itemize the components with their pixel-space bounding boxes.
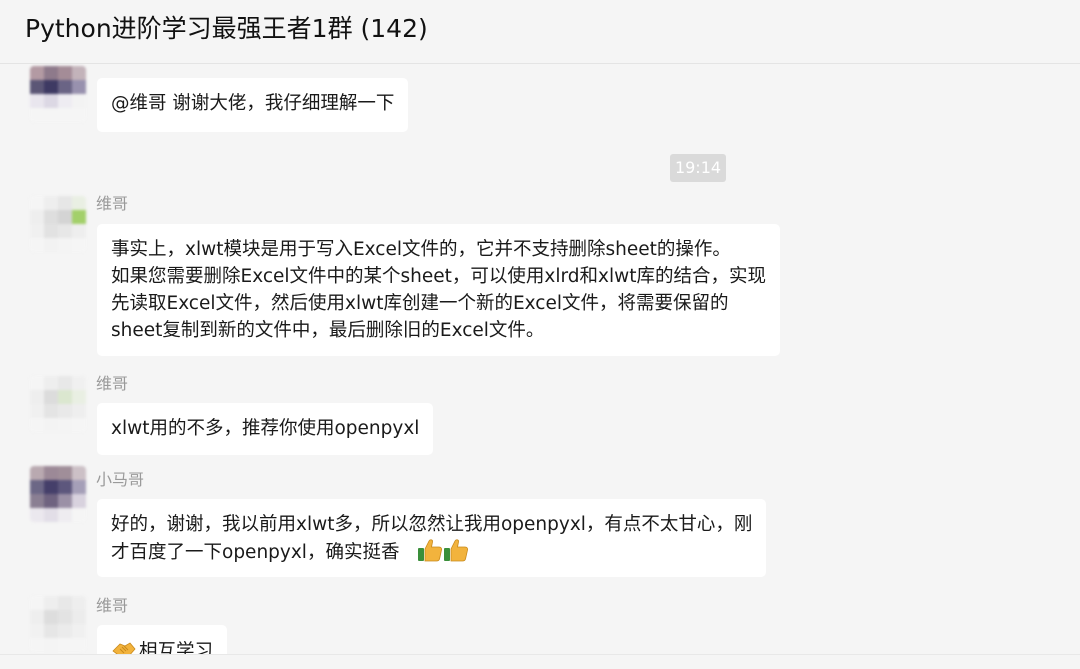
avatar[interactable]	[30, 66, 86, 122]
input-area-edge	[0, 654, 1080, 669]
message-bubble[interactable]: xlwt用的不多，推荐你使用openpyxl	[97, 403, 434, 455]
message-text: @维哥 谢谢大佬，我仔细理解一下	[111, 93, 395, 114]
message-text: 如果您需要删除Excel文件中的某个sheet，可以使用xlrd和xlwt库的结…	[111, 266, 766, 287]
sender-name: 维哥	[96, 596, 129, 615]
chat-window: Python进阶学习最强王者1群 (142) @维哥 谢谢大佬，我仔细理解一下	[0, 0, 1080, 669]
message-text: 才百度了一下openpyxl，确实挺香	[111, 542, 400, 563]
chat-header: Python进阶学习最强王者1群 (142)	[0, 0, 1080, 64]
avatar[interactable]	[30, 376, 86, 432]
time-separator: 19:14	[670, 154, 726, 182]
group-title: Python进阶学习最强王者1群 (142)	[25, 14, 428, 43]
message-bubble[interactable]: 好的，谢谢，我以前用xlwt多，所以忽然让我用openpyxl，有点不太甘心，刚…	[97, 499, 767, 577]
avatar[interactable]	[30, 596, 86, 652]
message-text: 事实上，xlwt模块是用于写入Excel文件的，它并不支持删除sheet的操作。	[111, 239, 731, 260]
message-text: sheet复制到新的文件中，最后删除旧的Excel文件。	[111, 320, 545, 341]
avatar[interactable]	[30, 196, 86, 252]
message-text: xlwt用的不多，推荐你使用openpyxl	[111, 418, 420, 439]
thumbs-up-icon	[444, 539, 469, 562]
message-list[interactable]: @维哥 谢谢大佬，我仔细理解一下 19:14 维哥 事实上，xlwt模块是用于写…	[0, 64, 1080, 669]
message-bubble[interactable]: @维哥 谢谢大佬，我仔细理解一下	[97, 78, 409, 132]
avatar[interactable]	[30, 466, 86, 522]
thumbs-up-icon	[418, 539, 443, 562]
message-bubble[interactable]: 事实上，xlwt模块是用于写入Excel文件的，它并不支持删除sheet的操作。…	[97, 224, 780, 356]
message-text: 好的，谢谢，我以前用xlwt多，所以忽然让我用openpyxl，有点不太甘心，刚	[111, 514, 753, 535]
sender-name: 维哥	[96, 194, 129, 213]
message-text: 先读取Excel文件，然后使用xlwt库创建一个新的Excel文件，将需要保留的	[111, 293, 729, 314]
sender-name: 小马哥	[96, 470, 145, 489]
sender-name: 维哥	[96, 374, 129, 393]
